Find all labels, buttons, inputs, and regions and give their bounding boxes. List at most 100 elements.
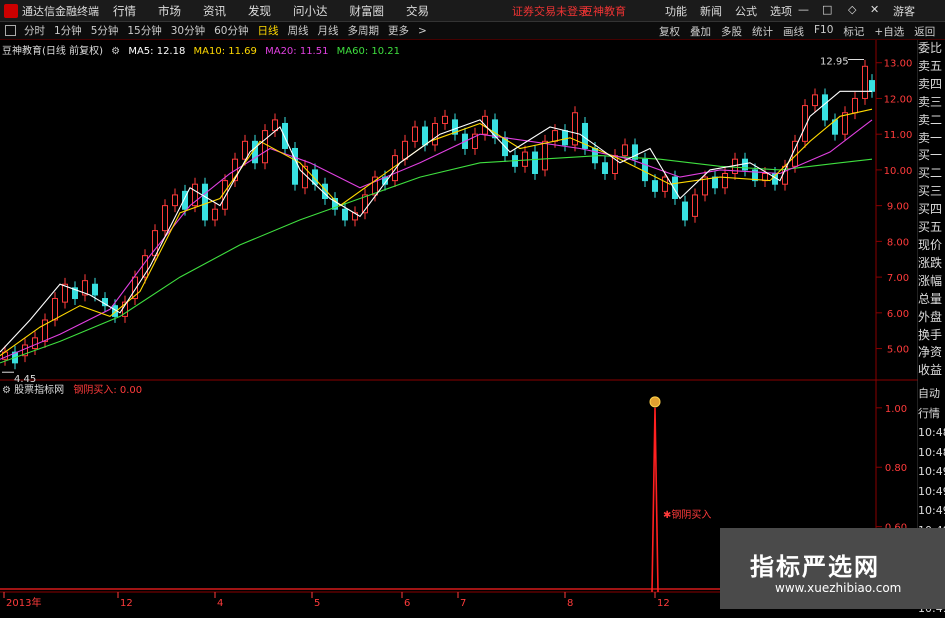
candle-body	[853, 98, 858, 112]
maximize-icon[interactable]: □	[822, 3, 832, 16]
menu-item-gongneng[interactable]: 功能	[665, 3, 687, 19]
period-monthly[interactable]: 月线	[318, 23, 339, 38]
signal-spike	[652, 408, 658, 592]
candle-body	[263, 131, 268, 163]
price-axis-label: 13.00	[884, 59, 913, 70]
btn-fanhui[interactable]: 返回	[914, 24, 935, 39]
menu-item-xinwen[interactable]: 新闻	[700, 3, 722, 19]
period-toolbar: 分时 1分钟 5分钟 15分钟 30分钟 60分钟 日线 周线 月线 多周期 更…	[0, 22, 945, 40]
period-60min[interactable]: 60分钟	[214, 23, 248, 38]
candle-body	[413, 127, 418, 141]
price-chart[interactable]: 13.0012.0011.0010.009.008.007.006.005.00…	[0, 40, 918, 609]
quote-label: 买一	[918, 147, 945, 165]
minimize-icon[interactable]: —	[798, 3, 809, 16]
restore-icon[interactable]: ◇	[848, 3, 856, 16]
ma60-line	[0, 156, 872, 363]
candle-body	[643, 159, 648, 180]
quote-label: 买四	[918, 201, 945, 219]
tick-time: 10:48	[918, 423, 945, 443]
time-axis-label: 7	[460, 598, 466, 609]
toolbar-right: 复权 叠加 多股 统计 画线 F10 标记 +自选 返回	[659, 24, 945, 39]
btn-zixuan[interactable]: +自选	[874, 24, 904, 39]
candle-body	[163, 206, 168, 231]
btn-fuquan[interactable]: 复权	[659, 24, 680, 39]
ma60-label: MA60: 10.21	[337, 46, 400, 57]
candle-body	[870, 81, 875, 92]
settings-gear-icon[interactable]: ⚙	[111, 46, 120, 57]
period-5min[interactable]: 5分钟	[91, 23, 119, 38]
candle-body	[53, 299, 58, 320]
menu-item-jiaoyi[interactable]: 交易	[406, 3, 429, 19]
btn-duogu[interactable]: 多股	[721, 24, 742, 39]
more-arrow-icon[interactable]: >	[418, 25, 427, 37]
quote-label: 涨跌	[918, 255, 945, 273]
high-price-label: 12.95	[820, 56, 849, 67]
time-axis-label: 6	[404, 598, 410, 609]
panel-toggle-icon[interactable]	[5, 25, 16, 36]
menu-item-zixun[interactable]: 资讯	[203, 3, 226, 19]
indicator-legend: ⚙ 股票指标网 钢阴买入: 0.00	[2, 381, 142, 396]
title-bar: 通达信金融终端 行情 市场 资讯 发现 问小达 财富圈 交易 证券交易未登录 豆…	[0, 0, 945, 22]
menu-item-caifuquan[interactable]: 财富圈	[350, 3, 385, 19]
candle-body	[493, 120, 498, 138]
menu-item-wenxiaoda[interactable]: 问小达	[293, 3, 328, 19]
quote-label: 买二	[918, 165, 945, 183]
menu-item-xuanxiang[interactable]: 选项	[770, 3, 792, 19]
indicator-name[interactable]: 股票指标网	[14, 385, 64, 396]
candle-body	[823, 95, 828, 120]
candle-body	[173, 195, 178, 206]
period-multi[interactable]: 多周期	[348, 23, 380, 38]
candle-body	[813, 95, 818, 106]
tick-time: 10:49	[918, 482, 945, 502]
candle-body	[433, 123, 438, 144]
period-fenshi[interactable]: 分时	[24, 23, 45, 38]
candle-body	[443, 116, 448, 123]
btn-tongji[interactable]: 统计	[752, 24, 773, 39]
price-axis-label: 10.00	[884, 166, 913, 177]
period-30min[interactable]: 30分钟	[171, 23, 205, 38]
menu-item-shichang[interactable]: 市场	[158, 3, 181, 19]
candle-body	[693, 195, 698, 216]
main-menu: 行情 市场 资讯 发现 问小达 财富圈 交易	[113, 3, 451, 19]
guest-label[interactable]: 游客	[893, 3, 915, 19]
period-1min[interactable]: 1分钟	[54, 23, 82, 38]
quote-label: 卖三	[918, 94, 945, 112]
indicator-gear-icon[interactable]: ⚙	[2, 385, 14, 396]
period-more[interactable]: 更多	[388, 23, 409, 38]
price-axis-label: 5.00	[887, 345, 909, 356]
time-axis-label: 8	[567, 598, 573, 609]
close-icon[interactable]: ✕	[870, 3, 879, 16]
app-logo-icon	[4, 4, 18, 18]
period-weekly[interactable]: 周线	[288, 23, 309, 38]
menu-item-gongshi[interactable]: 公式	[735, 3, 757, 19]
candle-body	[683, 202, 688, 220]
menu-item-hangqing[interactable]: 行情	[113, 3, 136, 19]
ma-legend: 豆神教育(日线 前复权) ⚙ MA5: 12.18 MA10: 11.69 MA…	[2, 42, 405, 57]
quote-label: 委比	[918, 40, 945, 58]
tick-time: 10:49	[918, 462, 945, 482]
price-axis-label: 8.00	[887, 237, 909, 248]
btn-huaxian[interactable]: 画线	[783, 24, 804, 39]
quote-label: 卖四	[918, 76, 945, 94]
btn-f10[interactable]: F10	[814, 24, 833, 39]
period-15min[interactable]: 15分钟	[127, 23, 161, 38]
ma20-label: MA20: 11.51	[265, 46, 328, 57]
candle-body	[863, 66, 868, 98]
candle-body	[553, 131, 558, 142]
candle-body	[563, 131, 568, 145]
candle-body	[93, 284, 98, 295]
candle-body	[33, 338, 38, 349]
btn-diejia[interactable]: 叠加	[690, 24, 711, 39]
candle-body	[543, 141, 548, 170]
menu-item-faxian[interactable]: 发现	[248, 3, 271, 19]
quote-label: 卖二	[918, 112, 945, 130]
login-notice[interactable]: 证券交易未登录	[512, 3, 589, 19]
time-axis-label: 12	[120, 598, 133, 609]
price-axis-label: 12.00	[884, 94, 913, 105]
period-daily[interactable]: 日线	[258, 23, 279, 38]
btn-biaoji[interactable]: 标记	[843, 24, 864, 39]
quote-label: 现价	[918, 237, 945, 255]
app-title: 通达信金融终端	[22, 3, 99, 19]
watermark-url: www.xuezhibiao.com	[775, 581, 901, 595]
time-axis-label: 5	[314, 598, 320, 609]
